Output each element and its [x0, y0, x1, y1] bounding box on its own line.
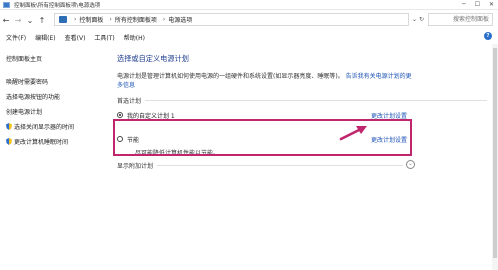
- plan-radio-custom[interactable]: [117, 112, 123, 118]
- sidebar-item-display-off[interactable]: 选择关闭显示器的时间: [6, 122, 106, 131]
- sidebar-item-label: 唤醒时需要密码: [6, 79, 49, 86]
- address-dropdown-icon[interactable]: ⌄: [412, 16, 417, 23]
- breadcrumb-all-items[interactable]: 所有控制面板项: [115, 15, 157, 24]
- sidebar-item-sleep-time[interactable]: 更改计算机睡眠时间: [6, 137, 106, 146]
- show-additional-plans[interactable]: 显示附加计划 ⌄: [117, 160, 415, 170]
- title-bar: 控制面板\所有控制面板项\电源选项 ─ ☐ ✕: [0, 0, 498, 10]
- breadcrumb-separator: ›: [74, 16, 77, 23]
- page-description: 电源计划是管理计算机如何使用电源的一组硬件和系统设置(如显示器亮度、睡眠等)。 …: [117, 72, 417, 90]
- up-arrow-icon[interactable]: ↑: [36, 16, 48, 25]
- maximize-button[interactable]: ☐: [475, 1, 480, 8]
- minimize-button[interactable]: ─: [462, 1, 466, 8]
- menu-help[interactable]: 帮助(H): [124, 33, 145, 42]
- help-icon[interactable]: ?: [484, 32, 492, 40]
- sidebar-item-wake-password[interactable]: 唤醒时需要密码: [6, 77, 106, 86]
- back-arrow-icon[interactable]: ←: [0, 16, 12, 25]
- address-row: ← → ⌄ ↑ › 控制面板 › 所有控制面板项 › 电源选项 ⌄ ↻ 搜索控制…: [0, 11, 498, 29]
- breadcrumb-control-panel[interactable]: 控制面板: [79, 15, 103, 24]
- description-text: 电源计划是管理计算机如何使用电源的一组硬件和系统设置(如显示器亮度、睡眠等)。: [117, 73, 344, 80]
- sidebar-item-label: 选择电源按钮的功能: [6, 94, 61, 101]
- recent-dropdown-icon[interactable]: ⌄: [24, 16, 36, 25]
- expand-chevron-icon[interactable]: ⌄: [406, 160, 415, 169]
- refresh-icon[interactable]: ↻: [419, 16, 424, 23]
- control-panel-icon: [3, 1, 10, 8]
- more-plans-label: 显示附加计划: [117, 162, 154, 170]
- section-label: 首选计划: [117, 96, 487, 105]
- search-placeholder: 搜索控制面板: [452, 16, 489, 23]
- sidebar-home-link[interactable]: 控制面板主页: [6, 54, 106, 63]
- sidebar-item-label: 更改计算机睡眠时间: [14, 139, 69, 146]
- menu-edit[interactable]: 编辑(E): [35, 33, 55, 42]
- close-button[interactable]: ✕: [489, 1, 494, 8]
- shield-icon: [6, 123, 12, 130]
- sidebar: 控制面板主页 唤醒时需要密码 选择电源按钮的功能 创建电源计划 选择关闭显示器的…: [6, 54, 106, 152]
- address-bar[interactable]: › 控制面板 › 所有控制面板项 › 电源选项: [54, 13, 409, 26]
- menu-tools[interactable]: 工具(T): [94, 33, 114, 42]
- scrollbar-thumb[interactable]: [493, 48, 497, 258]
- breadcrumb-power-options[interactable]: 电源选项: [168, 15, 192, 24]
- breadcrumb-separator: ›: [109, 16, 112, 23]
- annotation-arrow-icon: [339, 126, 367, 141]
- window-controls: ─ ☐ ✕: [462, 1, 494, 8]
- breadcrumb-separator: ›: [162, 16, 166, 23]
- address-tools: ⌄ ↻: [412, 16, 424, 23]
- sidebar-item-label: 选择关闭显示器的时间: [14, 124, 75, 131]
- search-input[interactable]: 搜索控制面板: [428, 13, 493, 26]
- sidebar-item-create-plan[interactable]: 创建电源计划: [6, 107, 106, 116]
- control-panel-icon: [59, 16, 67, 23]
- forward-arrow-icon[interactable]: →: [12, 16, 24, 25]
- window-title: 控制面板\所有控制面板项\电源选项: [14, 2, 101, 9]
- menu-file[interactable]: 文件(F): [6, 33, 26, 42]
- menu-view[interactable]: 查看(V): [65, 33, 86, 42]
- sidebar-item-power-button[interactable]: 选择电源按钮的功能: [6, 92, 106, 101]
- page-title: 选择或自定义电源计划: [117, 54, 189, 63]
- menu-bar: 文件(F) 编辑(E) 查看(V) 工具(T) 帮助(H) ?: [0, 31, 498, 43]
- scrollbar[interactable]: [492, 44, 498, 270]
- sidebar-item-label: 创建电源计划: [6, 109, 43, 116]
- shield-icon: [6, 138, 12, 145]
